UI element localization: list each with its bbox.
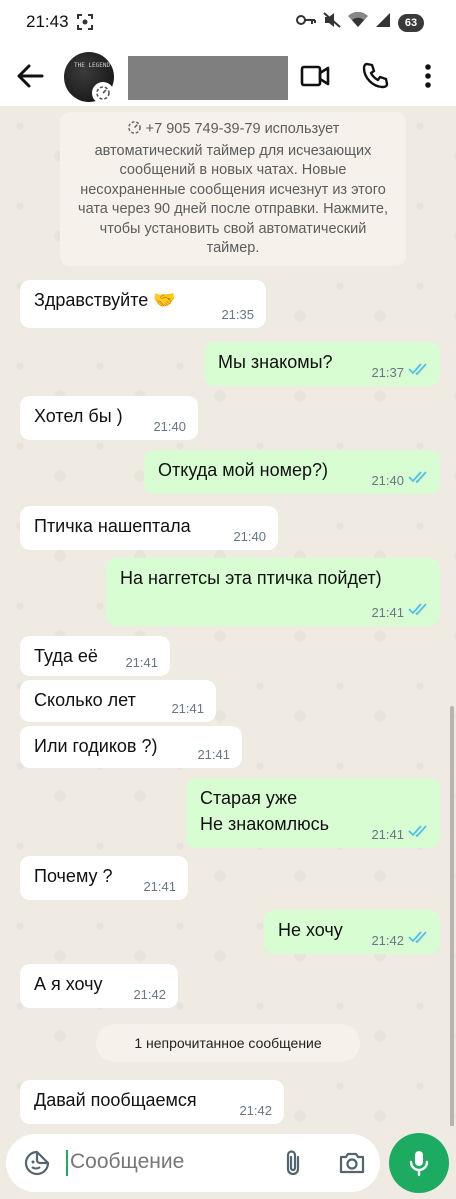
message-incoming[interactable]: Давай пообщаемся 21:42 — [20, 1080, 284, 1124]
read-ticks-icon — [408, 927, 428, 948]
timer-icon — [92, 82, 114, 104]
message-time: 21:37 — [371, 365, 404, 380]
message-time: 21:42 — [133, 987, 166, 1002]
disappearing-messages-notice[interactable]: +7 905 749-39-79 использует автоматическ… — [60, 112, 406, 266]
message-outgoing[interactable]: Не хочу 21:42 — [264, 910, 440, 954]
message-input-container[interactable]: Сообщение — [6, 1134, 380, 1192]
message-outgoing[interactable]: Откуда мой номер?) 21:40 — [144, 450, 440, 494]
chat-area[interactable]: +7 905 749-39-79 использует автоматическ… — [0, 106, 456, 1126]
status-time: 21:43 — [26, 12, 69, 31]
composer-bar: Сообщение — [0, 1126, 456, 1199]
message-outgoing[interactable]: Мы знакомы? 21:37 — [204, 342, 440, 386]
message-text: Не хочу — [278, 920, 343, 940]
avatar-text: THE LEGEND — [74, 62, 111, 69]
signal-icon — [375, 12, 391, 33]
key-icon — [296, 13, 316, 32]
voice-message-button[interactable] — [389, 1133, 449, 1193]
paperclip-icon — [286, 1150, 300, 1176]
sticker-button[interactable] — [24, 1150, 50, 1176]
message-time: 21:35 — [221, 307, 254, 322]
read-ticks-icon — [408, 467, 428, 488]
avatar[interactable]: THE LEGEND — [64, 52, 114, 104]
message-text-line2: Не знакомлюсь — [200, 814, 330, 834]
message-text: Старая уже — [200, 788, 298, 808]
back-button[interactable] — [14, 60, 46, 92]
message-incoming[interactable]: Или годиков ?) 21:41 — [20, 726, 242, 768]
message-incoming[interactable]: Птичка нашептала 21:40 — [20, 506, 278, 550]
message-outgoing[interactable]: Старая уже Не знакомлюсь 21:41 — [186, 778, 440, 848]
mute-icon — [323, 12, 341, 33]
message-text: Откуда мой номер?) — [158, 460, 329, 480]
notice-text: +7 905 749-39-79 использует автоматическ… — [78, 121, 388, 256]
message-text: Сколько лет — [34, 690, 136, 710]
read-ticks-icon — [408, 599, 428, 620]
voice-call-button[interactable] — [360, 61, 390, 91]
message-time: 21:41 — [171, 701, 204, 716]
message-input-placeholder[interactable]: Сообщение — [70, 1150, 184, 1174]
chat-scrollbar[interactable] — [450, 706, 454, 1126]
message-incoming[interactable]: Туда её 21:41 — [20, 636, 170, 676]
message-outgoing[interactable]: На наггетсы эта птичка пойдет) 21:41 — [106, 558, 440, 626]
microphone-icon — [409, 1151, 429, 1177]
more-options-button[interactable] — [418, 61, 438, 91]
message-time: 21:40 — [371, 473, 404, 488]
read-ticks-icon — [408, 359, 428, 380]
message-time: 21:41 — [125, 655, 158, 670]
message-incoming[interactable]: А я хочу 21:42 — [20, 964, 178, 1008]
camera-icon — [339, 1152, 365, 1174]
chat-header: THE LEGEND — [0, 44, 456, 106]
attach-button[interactable] — [280, 1148, 306, 1178]
video-call-icon — [300, 65, 330, 87]
status-bar: 21:43 63 — [0, 0, 456, 44]
read-ticks-icon — [408, 821, 428, 842]
message-time: 21:41 — [143, 879, 176, 894]
phone-icon — [362, 62, 389, 89]
message-text: Туда её — [34, 646, 98, 666]
text-caret — [66, 1150, 68, 1176]
message-time: 21:41 — [197, 747, 230, 762]
back-arrow-icon — [17, 64, 44, 88]
message-time: 21:40 — [233, 529, 266, 544]
camera-button[interactable] — [338, 1150, 366, 1176]
message-text: Птичка нашептала — [34, 516, 191, 536]
message-time: 21:41 — [371, 605, 404, 620]
message-time: 21:42 — [371, 933, 404, 948]
more-vert-icon — [425, 64, 431, 88]
message-text: Здравствуйте 🤝 — [34, 290, 176, 310]
message-incoming[interactable]: Хотел бы ) 21:40 — [20, 396, 198, 440]
message-time: 21:42 — [239, 1103, 272, 1118]
message-text: Почему ? — [34, 866, 113, 886]
message-incoming[interactable]: Сколько лет 21:41 — [20, 680, 216, 722]
video-call-button[interactable] — [300, 63, 330, 89]
battery-badge: 63 — [398, 13, 424, 32]
message-text: Хотел бы ) — [34, 406, 123, 426]
message-time: 21:40 — [153, 419, 186, 434]
message-text: Давай пообщаемся — [34, 1090, 197, 1110]
timer-icon — [127, 120, 142, 142]
wifi-icon — [348, 11, 368, 33]
message-text: На наггетсы эта птичка пойдет) — [120, 568, 382, 588]
screenshot-icon — [76, 13, 94, 36]
message-incoming[interactable]: Почему ? 21:41 — [20, 856, 188, 900]
message-time: 21:41 — [371, 827, 404, 842]
status-icons: 63 — [296, 11, 424, 33]
message-text: А я хочу — [34, 974, 103, 994]
message-text: Или годиков ?) — [34, 736, 158, 756]
sticker-icon — [24, 1150, 50, 1176]
message-text: Мы знакомы? — [218, 352, 333, 372]
contact-name-redacted[interactable] — [128, 56, 288, 100]
unread-messages-divider: 1 непрочитанное сообщение — [96, 1024, 360, 1062]
message-incoming[interactable]: Здравствуйте 🤝 21:35 — [20, 280, 266, 328]
